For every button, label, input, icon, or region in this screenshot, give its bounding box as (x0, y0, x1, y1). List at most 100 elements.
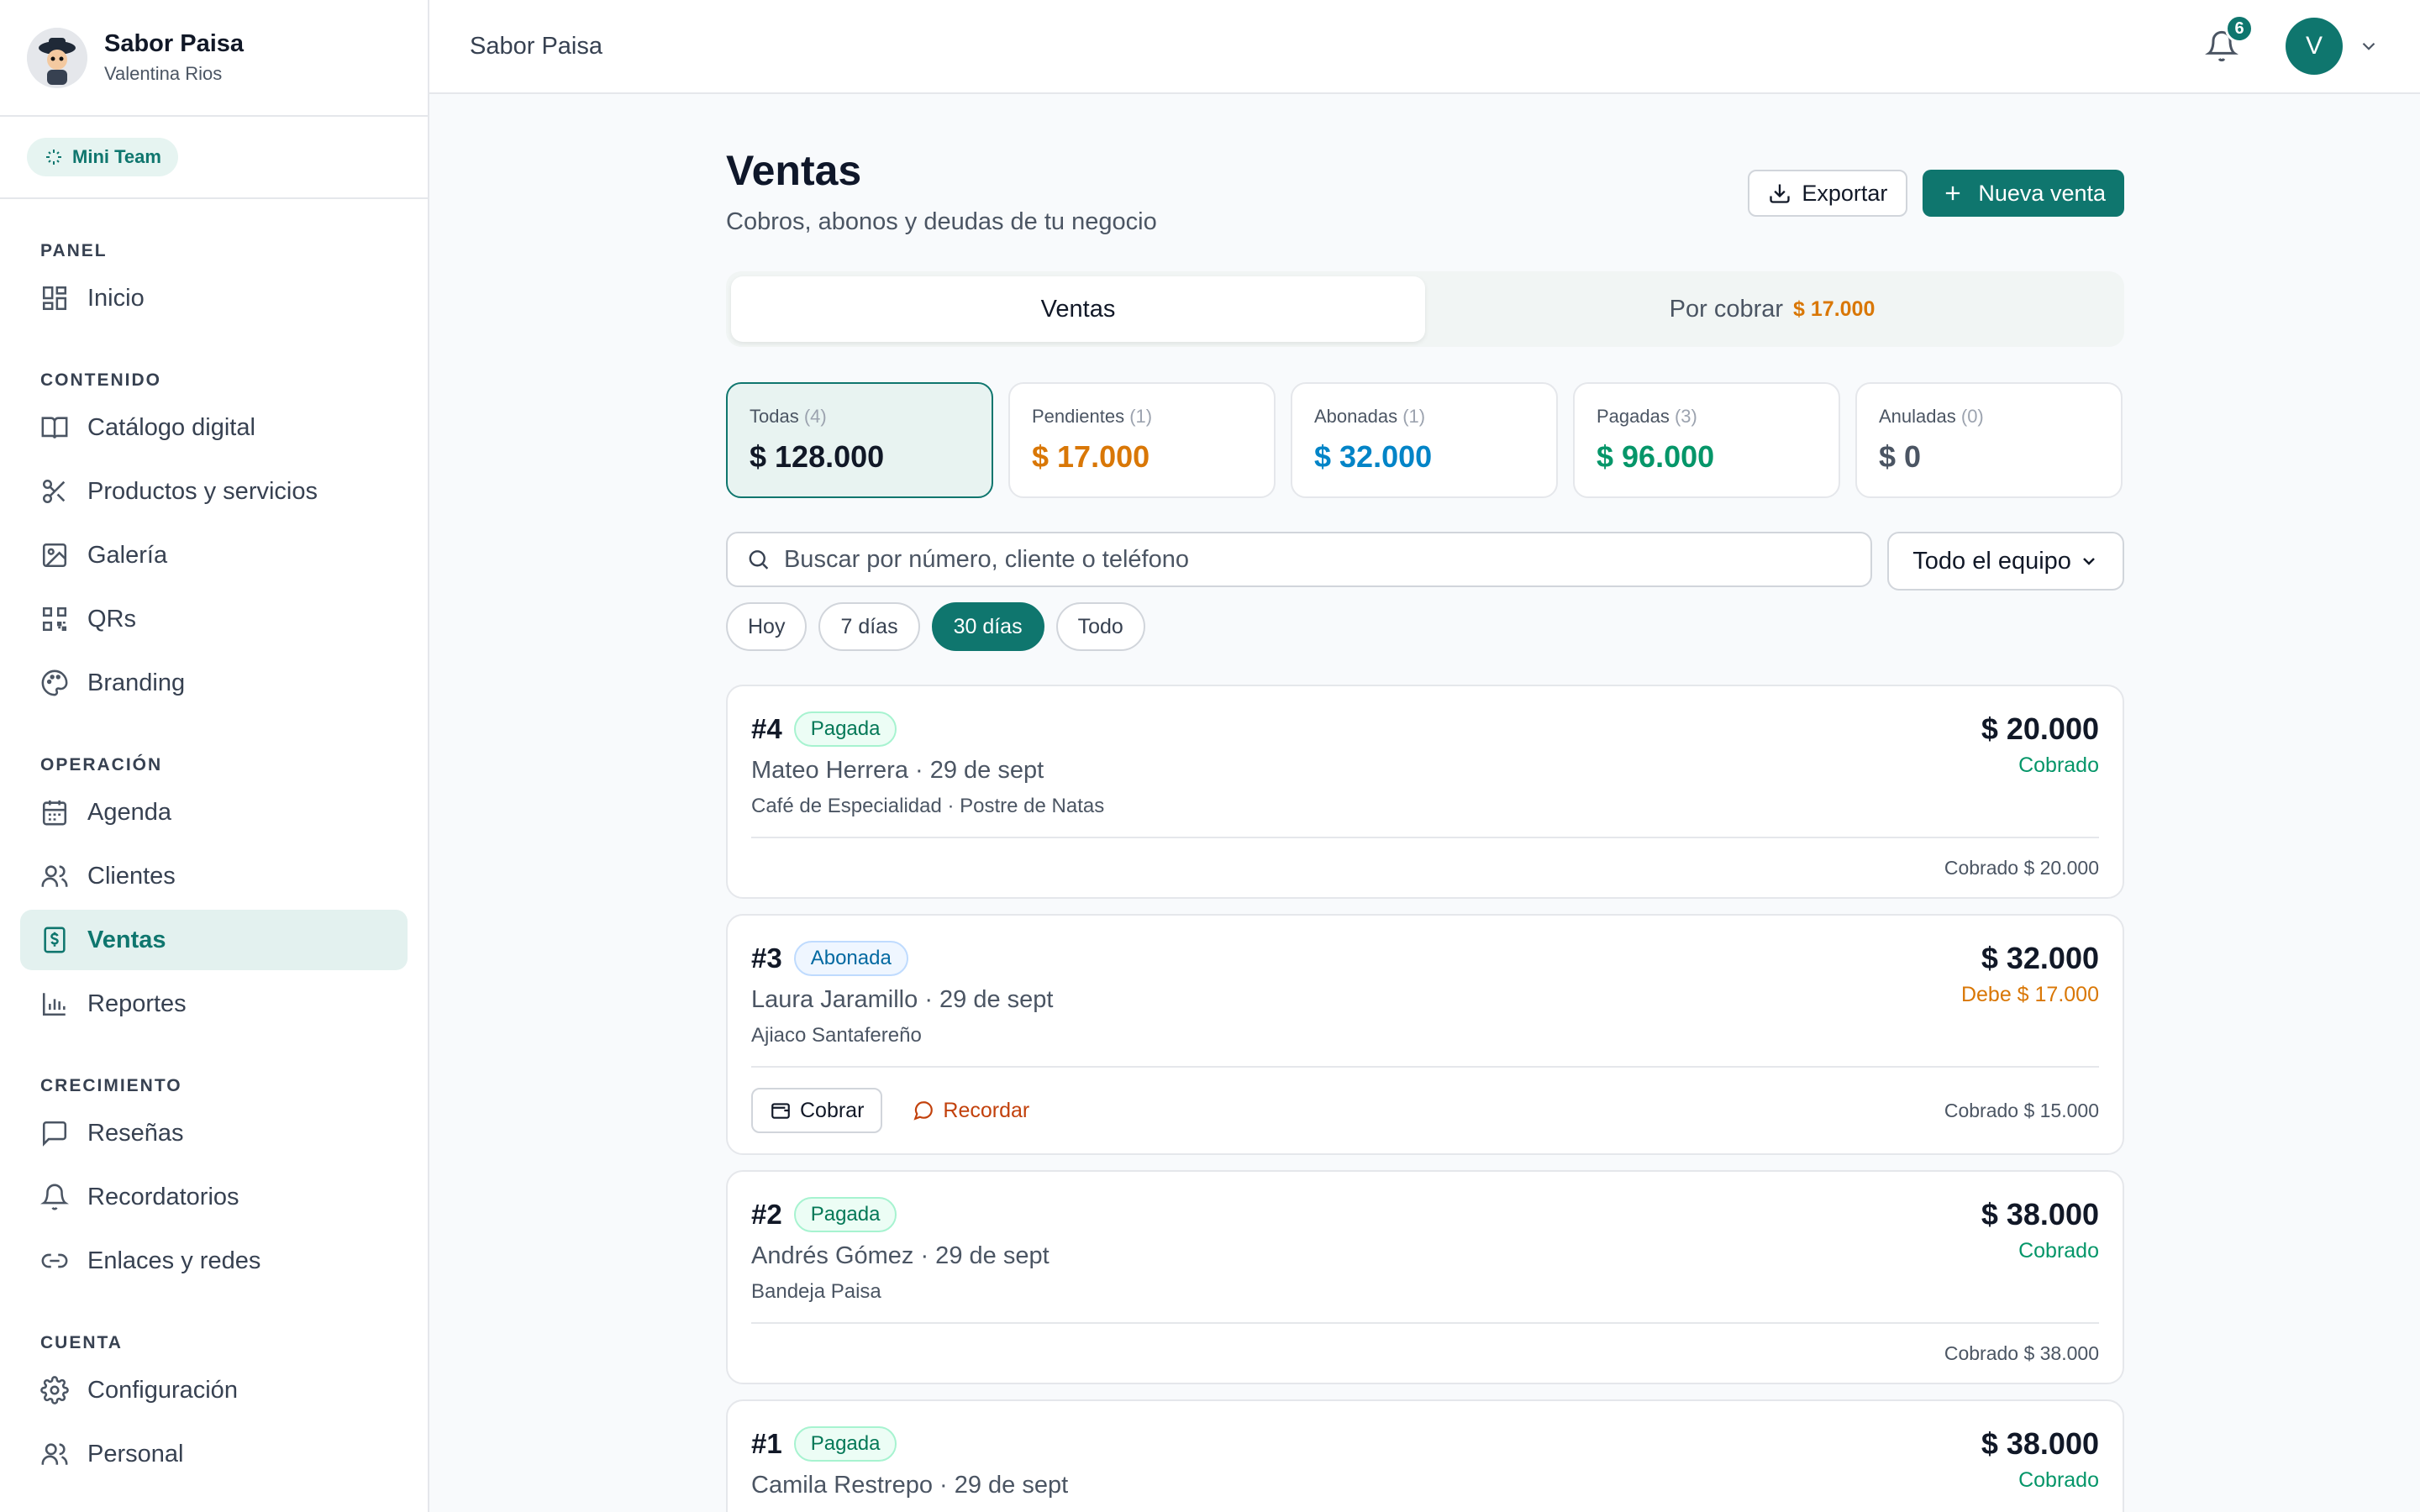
sidebar-item-productos[interactable]: Productos y servicios (20, 461, 408, 522)
notifications-button[interactable]: 6 (2202, 14, 2254, 66)
sidebar: Sabor Paisa Valentina Rios Mini Team PAN… (0, 0, 429, 1512)
chip-hoy[interactable]: Hoy (726, 602, 808, 651)
tab-ventas[interactable]: Ventas (731, 276, 1425, 342)
sidebar-item-label: Reportes (87, 990, 187, 1017)
chat-bubble-icon (913, 1101, 934, 1121)
sidebar-item-reportes[interactable]: Reportes (20, 974, 408, 1034)
grid-icon (42, 286, 67, 311)
sale-card[interactable]: #3 Abonada Laura Jaramillo · 29 de sept … (726, 914, 2124, 1155)
stat-label: Abonadas (1314, 406, 1398, 427)
chip-todo[interactable]: Todo (1055, 602, 1145, 651)
stat-pendientes[interactable]: Pendientes (1) $ 17.000 (1008, 382, 1276, 498)
stat-label: Pagadas (1597, 406, 1670, 427)
status-badge: Pagada (793, 711, 897, 747)
tab-amount: $ 17.000 (1793, 297, 1876, 321)
chip-30-dias[interactable]: 30 días (931, 602, 1044, 651)
brand-logo (27, 27, 87, 88)
topbar: Sabor Paisa 6 V (429, 0, 2420, 94)
stat-anuladas[interactable]: Anuladas (0) $ 0 (1855, 382, 2123, 498)
sale-state: Cobrado (2018, 753, 2099, 777)
wallet-icon (771, 1103, 790, 1119)
sale-card[interactable]: #4 Pagada Mateo Herrera · 29 de sept Caf… (726, 685, 2124, 899)
sale-amount: $ 32.000 (1981, 941, 2099, 975)
sale-client: Andrés Gómez · 29 de sept (751, 1242, 1050, 1269)
sidebar-item-label: Reseñas (87, 1119, 184, 1147)
stat-label: Pendientes (1032, 406, 1125, 427)
sidebar-item-label: Productos y servicios (87, 477, 318, 505)
sidebar-item-label: Configuración (87, 1376, 238, 1404)
sale-card[interactable]: #1 Pagada Camila Restrepo · 29 de sept $… (726, 1399, 2124, 1512)
download-icon (1770, 184, 1791, 203)
sidebar-item-label: Recordatorios (87, 1183, 239, 1210)
sale-card[interactable]: #2 Pagada Andrés Gómez · 29 de sept Band… (726, 1170, 2124, 1384)
bell-icon (40, 1184, 69, 1210)
sidebar-item-label: Branding (87, 669, 186, 696)
plus-icon (1946, 186, 1960, 201)
bar-chart-icon (42, 993, 66, 1016)
message-icon (42, 1121, 67, 1147)
sale-id: #4 (751, 713, 782, 744)
search-input[interactable] (783, 545, 1853, 574)
sale-amount: $ 38.000 (1981, 1426, 2099, 1461)
section-crecimiento: CRECIMIENTO (40, 1076, 182, 1095)
sidebar-item-agenda[interactable]: Agenda (20, 782, 408, 843)
stat-value: $ 96.000 (1597, 439, 1715, 474)
new-sale-button[interactable]: Nueva venta (1923, 170, 2124, 217)
sidebar-item-ventas[interactable]: Ventas (20, 910, 408, 970)
stat-value: $ 0 (1879, 439, 1922, 474)
sale-state: Debe $ 17.000 (1960, 983, 2099, 1006)
sale-client: Mateo Herrera · 29 de sept (751, 757, 1044, 784)
stat-value: $ 17.000 (1032, 439, 1150, 474)
sale-id: #3 (751, 942, 782, 974)
chip-7-dias[interactable]: 7 días (818, 602, 920, 651)
tab-label: Por cobrar (1669, 295, 1784, 323)
tab-label: Ventas (1040, 295, 1116, 323)
sidebar-item-label: Galería (87, 541, 168, 569)
image-icon (42, 543, 67, 568)
remind-label: Recordar (943, 1098, 1030, 1122)
range-chips: Hoy 7 días 30 días Todo (726, 602, 2124, 651)
tab-por-cobrar[interactable]: Por cobrar $ 17.000 (1425, 276, 2119, 342)
status-badge: Pagada (793, 1197, 897, 1232)
main-content: Ventas Cobros, abonos y deudas de tu neg… (726, 94, 2124, 1512)
receipt-icon (44, 927, 66, 953)
sidebar-item-recordatorios[interactable]: Recordatorios (20, 1167, 408, 1227)
sidebar-item-label: Personal (87, 1440, 184, 1467)
sale-state: Cobrado (2018, 1468, 2099, 1492)
team-select[interactable]: Todo el equipo (1887, 532, 2124, 591)
sidebar-item-label: Clientes (87, 862, 176, 890)
remind-link[interactable]: Recordar (913, 1099, 1029, 1123)
sidebar-item-inicio[interactable]: Inicio (20, 268, 408, 328)
stat-abonadas[interactable]: Abonadas (1) $ 32.000 (1291, 382, 1558, 498)
page-title: Ventas (726, 147, 862, 194)
stat-count: (0) (1960, 406, 1984, 427)
sidebar-item-qrs[interactable]: QRs (20, 589, 408, 649)
sidebar-item-configuracion[interactable]: Configuración (20, 1360, 408, 1420)
scissors-icon (42, 479, 66, 504)
user-menu[interactable]: V (2267, 18, 2380, 75)
sidebar-item-resenas[interactable]: Reseñas (20, 1103, 408, 1163)
sidebar-item-catalogo[interactable]: Catálogo digital (20, 397, 408, 458)
sidebar-item-branding[interactable]: Branding (20, 653, 408, 713)
stat-value: $ 32.000 (1314, 439, 1433, 474)
charge-button[interactable]: Cobrar (751, 1088, 883, 1133)
sidebar-item-galeria[interactable]: Galería (20, 525, 408, 585)
brand-user: Valentina Rios (104, 63, 223, 84)
stat-count: (1) (1129, 406, 1153, 427)
sidebar-header: Sabor Paisa Valentina Rios (0, 0, 428, 117)
team-row: Mini Team (0, 117, 428, 199)
section-panel: PANEL (40, 241, 108, 260)
stat-todas[interactable]: Todas (4) $ 128.000 (726, 382, 993, 498)
stat-pagadas[interactable]: Pagadas (3) $ 96.000 (1573, 382, 1840, 498)
sparkle-icon (46, 150, 61, 165)
sale-client: Camila Restrepo · 29 de sept (751, 1472, 1069, 1499)
stat-value: $ 128.000 (750, 439, 885, 474)
section-operacion: OPERACIÓN (40, 755, 163, 774)
sidebar-item-personal[interactable]: Personal (20, 1424, 408, 1484)
mini-team-pill[interactable]: Mini Team (27, 138, 178, 176)
sale-id: #2 (751, 1199, 782, 1230)
sidebar-item-clientes[interactable]: Clientes (20, 846, 408, 906)
sidebar-item-enlaces[interactable]: Enlaces y redes (20, 1231, 408, 1291)
sidebar-item-label: Agenda (87, 798, 171, 826)
export-button[interactable]: Exportar (1748, 170, 1908, 217)
